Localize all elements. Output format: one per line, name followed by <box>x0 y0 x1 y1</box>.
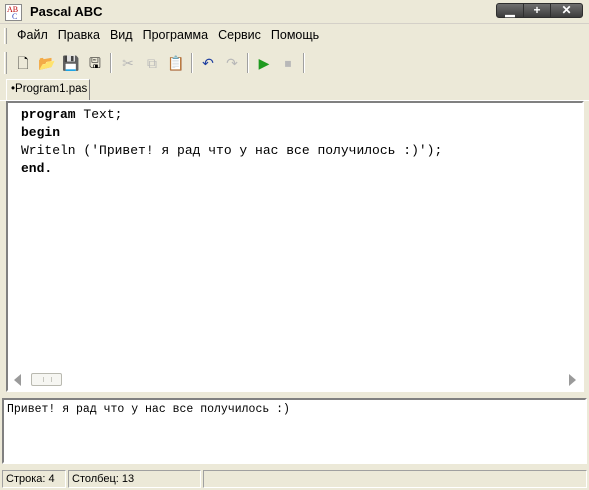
menu-service[interactable]: Сервис <box>218 28 261 42</box>
output-window[interactable]: Привет! я рад что у нас все получилось :… <box>2 398 587 464</box>
code-keyword: end. <box>21 161 53 176</box>
menu-items: Файл Правка Вид Программа Сервис Помощь <box>17 28 329 42</box>
toolbar-separator <box>191 53 193 73</box>
status-line: Строка: 4 <box>2 470 66 488</box>
paste-icon[interactable]: 📋 <box>166 54 186 72</box>
toolbar-grip[interactable] <box>4 52 7 74</box>
undo-icon[interactable]: ↶ <box>198 54 218 72</box>
menu-file[interactable]: Файл <box>17 28 48 42</box>
code-text: Text; <box>75 107 123 122</box>
status-extra <box>203 470 587 488</box>
code-keyword: begin <box>21 125 61 140</box>
tab-program1[interactable]: •Program1.pas <box>6 79 90 100</box>
menu-bar-grip[interactable] <box>4 28 7 44</box>
menu-bar: Файл Правка Вид Программа Сервис Помощь <box>0 25 589 46</box>
window-title: Pascal ABC <box>30 4 103 19</box>
menu-help[interactable]: Помощь <box>271 28 319 42</box>
open-folder-icon[interactable]: 📂 <box>37 54 57 72</box>
save-icon[interactable]: 💾 <box>61 54 81 72</box>
toolbar-separator <box>247 53 249 73</box>
status-column: Столбец: 13 <box>68 470 201 488</box>
toolbar: 🗋 📂 💾 🖫 ✂ ⧉ 📋 ↶ ↷ ▶ ⏹ <box>0 50 589 77</box>
close-button[interactable]: ✕ <box>550 3 583 18</box>
window-controls: ▁ + ✕ <box>496 3 583 20</box>
run-icon[interactable]: ▶ <box>254 54 274 72</box>
code-line: begin <box>21 124 442 142</box>
toolbar-separator <box>303 53 305 73</box>
menu-edit[interactable]: Правка <box>58 28 100 42</box>
horizontal-scrollbar[interactable] <box>10 372 580 388</box>
code-line: end. <box>21 160 442 178</box>
save-all-icon[interactable]: 🖫 <box>85 54 105 72</box>
cut-icon[interactable]: ✂ <box>118 54 138 72</box>
maximize-button[interactable]: + <box>523 3 551 18</box>
stop-icon[interactable]: ⏹ <box>278 54 298 72</box>
code-text: Writeln ('Привет! я рад что у нас все по… <box>21 143 443 158</box>
tab-strip: •Program1.pas <box>0 78 589 101</box>
code-keyword: program <box>21 107 76 122</box>
minimize-button[interactable]: ▁ <box>496 3 524 18</box>
toolbar-separator <box>110 53 112 73</box>
title-bar: AB C Pascal ABC ▁ + ✕ <box>0 0 589 24</box>
scrollbar-thumb[interactable] <box>31 373 62 386</box>
scroll-right-icon[interactable] <box>569 374 576 386</box>
menu-view[interactable]: Вид <box>110 28 133 42</box>
new-file-icon[interactable]: 🗋 <box>13 54 33 72</box>
status-bar: Строка: 4 Столбец: 13 <box>0 468 589 490</box>
scroll-left-icon[interactable] <box>14 374 21 386</box>
app-icon-text-bottom: C <box>12 12 18 21</box>
pascal-abc-app-icon[interactable]: AB C <box>5 4 22 21</box>
copy-icon[interactable]: ⧉ <box>142 54 162 72</box>
code-editor[interactable]: program Text; begin Writeln ('Привет! я … <box>6 101 584 392</box>
code-lines: program Text; begin Writeln ('Привет! я … <box>21 106 442 178</box>
code-line: program Text; <box>21 106 442 124</box>
redo-icon[interactable]: ↷ <box>222 54 242 72</box>
code-line: Writeln ('Привет! я рад что у нас все по… <box>21 142 442 160</box>
menu-program[interactable]: Программа <box>143 28 209 42</box>
output-text: Привет! я рад что у нас все получилось :… <box>7 403 290 416</box>
